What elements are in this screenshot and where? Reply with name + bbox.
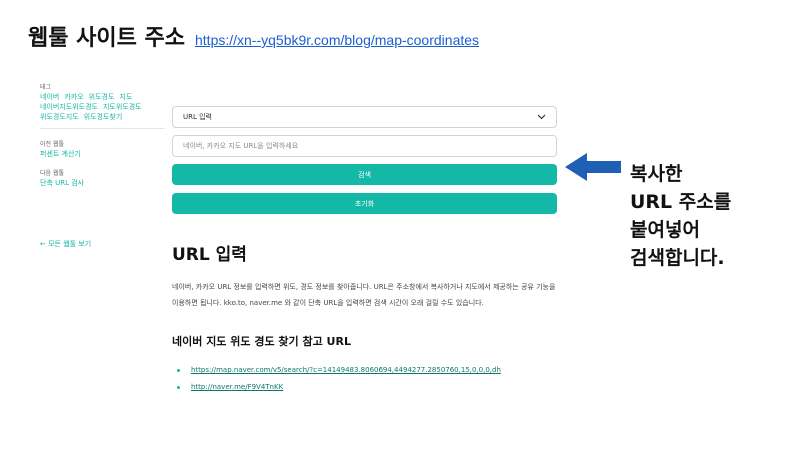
bullet-icon (177, 386, 180, 389)
tag-link[interactable]: 카카오 (64, 92, 83, 102)
annotation-line: 붙여넣어 (630, 219, 700, 241)
site-url-link[interactable]: https://xn--yq5bk9r.com/blog/map-coordin… (195, 32, 479, 48)
section-heading: URL 입력 (172, 245, 247, 265)
tag-link[interactable]: 지도 (119, 92, 132, 102)
tag-link[interactable]: 위도경도지도 (40, 112, 79, 122)
annotation-line: 검색합니다. (630, 247, 725, 269)
sidebar-divider (40, 128, 165, 129)
slide-title-text: 웹툴 사이트 주소 (28, 26, 185, 51)
input-type-select[interactable]: URL 입력 (172, 106, 557, 128)
next-tool-link[interactable]: 단축 URL 검사 (40, 178, 165, 188)
tag-link[interactable]: 네이버 (40, 92, 59, 102)
prev-tool-label: 이전 웹툴 (40, 141, 64, 148)
reference-link[interactable]: https://map.naver.com/v5/search/?c=14149… (191, 362, 501, 379)
description-text: 네이버, 카카오 URL 정보를 입력하면 위도, 경도 정보를 찾아줍니다. … (172, 283, 556, 307)
reference-link[interactable]: http://naver.me/F9V4TnKK (191, 379, 283, 396)
prev-tool-link[interactable]: 퍼센트 계산기 (40, 149, 165, 159)
annotation-line: 복사한 (630, 163, 683, 185)
chevron-down-icon (536, 112, 546, 122)
sidebar: 태그 네이버 카카오 위도경도 지도 네이버지도위도경도 지도위도경도 위도경도… (40, 82, 165, 248)
all-tools-back-link[interactable]: ← 모든 웹툴 보기 (40, 239, 91, 249)
tag-link[interactable]: 위도경도찾기 (84, 112, 123, 122)
tag-link[interactable]: 위도경도 (89, 92, 115, 102)
search-button[interactable]: 검색 (172, 164, 557, 185)
reference-heading: 네이버 지도 위도 경도 찾기 참고 URL (172, 335, 351, 348)
next-tool-section: 다음 웹툴 단축 URL 검사 (40, 168, 165, 188)
select-value: URL 입력 (183, 113, 212, 121)
list-item: https://map.naver.com/v5/search/?c=14149… (172, 362, 557, 379)
reset-button[interactable]: 초기화 (172, 193, 557, 214)
main-content: URL 입력 검색 초기화 URL 입력 네이버, 카카오 URL 정보를 입력… (172, 106, 557, 396)
annotation-callout: 복사한 URL 주소를 붙여넣어 검색합니다. (630, 160, 731, 272)
tag-link[interactable]: 지도위도경도 (103, 102, 142, 112)
slide-title: 웹툴 사이트 주소 https://xn--yq5bk9r.com/blog/m… (28, 20, 479, 52)
list-item: http://naver.me/F9V4TnKK (172, 379, 557, 396)
map-url-input[interactable] (172, 135, 557, 157)
arrow-left-icon (565, 153, 621, 181)
annotation-line: URL 주소를 (630, 191, 732, 213)
prev-tool-section: 이전 웹툴 퍼센트 계산기 (40, 139, 165, 159)
tag-list: 네이버 카카오 위도경도 지도 네이버지도위도경도 지도위도경도 위도경도지도 … (40, 92, 165, 122)
reference-list: https://map.naver.com/v5/search/?c=14149… (172, 362, 557, 396)
next-tool-label: 다음 웹툴 (40, 170, 64, 177)
tags-label: 태그 (40, 84, 52, 91)
tag-link[interactable]: 네이버지도위도경도 (40, 102, 98, 112)
bullet-icon (177, 369, 180, 372)
